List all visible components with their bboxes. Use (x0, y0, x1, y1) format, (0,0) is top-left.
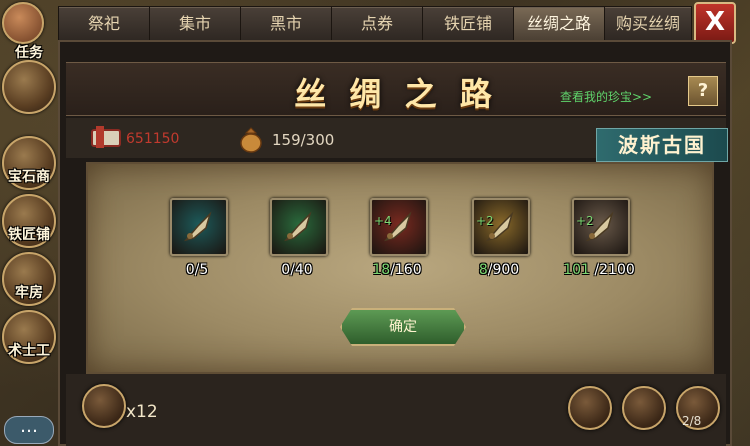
tab-buy-silk[interactable]: 购买丝绸 (604, 6, 692, 41)
scroll-icon (90, 124, 124, 150)
sidebar-item-task[interactable] (2, 60, 56, 114)
item-bonus: +2 (576, 214, 594, 228)
wheel-icon[interactable] (568, 386, 612, 430)
item-bonus: +4 (374, 214, 392, 228)
score-value: 651150 (126, 131, 180, 147)
bag-capacity: 159/300 (272, 131, 335, 149)
tab-blacksmith[interactable]: 铁匠铺 (422, 6, 514, 41)
item-have: 0 (185, 262, 195, 278)
confirm-button[interactable]: 确定 (340, 308, 466, 346)
item-count: 101 /2100 (554, 262, 644, 278)
sidebar-label-prison: 牢房 (15, 285, 43, 301)
dagger-icon (180, 208, 218, 246)
item-count: 8/900 (454, 262, 544, 278)
left-sidebar: 任务 宝石商 铁匠铺 牢房 术士工 … (0, 0, 58, 446)
region-name: 波斯古国 (596, 128, 728, 162)
gauntlet-icon (280, 208, 318, 246)
sidebar-label-task: 任务 (15, 45, 43, 61)
tab-bar: 祭祀 集市 黑市 点券 铁匠铺 丝绸之路 购买丝绸 (58, 0, 698, 42)
sidebar-label-gem-merchant: 宝石商 (8, 169, 50, 185)
view-treasure-link[interactable]: 查看我的珍宝>> (560, 88, 652, 105)
silk-token-icon[interactable] (82, 384, 126, 428)
item-count: 18/160 (352, 262, 442, 278)
item-need: /2100 (589, 262, 635, 278)
tab-black-market[interactable]: 黑市 (240, 6, 332, 41)
helmet-icon[interactable] (622, 386, 666, 430)
sidebar-label-sorcerer: 术士工 (8, 343, 50, 359)
item-need: /5 (194, 262, 209, 278)
item-slot[interactable]: +2 (472, 198, 530, 256)
item-slot[interactable] (170, 198, 228, 256)
close-button[interactable]: X (694, 2, 736, 44)
item-slot[interactable]: +2 (572, 198, 630, 256)
item-bonus: +2 (476, 214, 494, 228)
sidebar-label-blacksmith: 铁匠铺 (8, 227, 50, 243)
item-need: /40 (290, 262, 313, 278)
item-slot[interactable]: +4 (370, 198, 428, 256)
item-have: 8 (478, 262, 488, 278)
tab-silk-road[interactable]: 丝绸之路 (513, 6, 605, 41)
tab-sacrifice[interactable]: 祭祀 (58, 6, 150, 41)
player-avatar[interactable] (2, 2, 44, 44)
tab-coupons[interactable]: 点券 (331, 6, 423, 41)
item-count: 0/40 (252, 262, 342, 278)
item-slot[interactable] (270, 198, 328, 256)
item-need: /900 (487, 262, 520, 278)
item-need: /160 (390, 262, 422, 278)
item-have: 101 (563, 262, 590, 278)
tab-market[interactable]: 集市 (149, 6, 241, 41)
page-indicator: 2/8 (682, 414, 702, 428)
token-multiplier: x12 (126, 402, 158, 422)
more-button[interactable]: … (4, 416, 54, 444)
item-have: 18 (372, 262, 391, 278)
money-bag-icon (236, 124, 266, 154)
item-count: 0/5 (152, 262, 242, 278)
item-have: 0 (281, 262, 291, 278)
help-button[interactable]: ? (688, 76, 718, 106)
